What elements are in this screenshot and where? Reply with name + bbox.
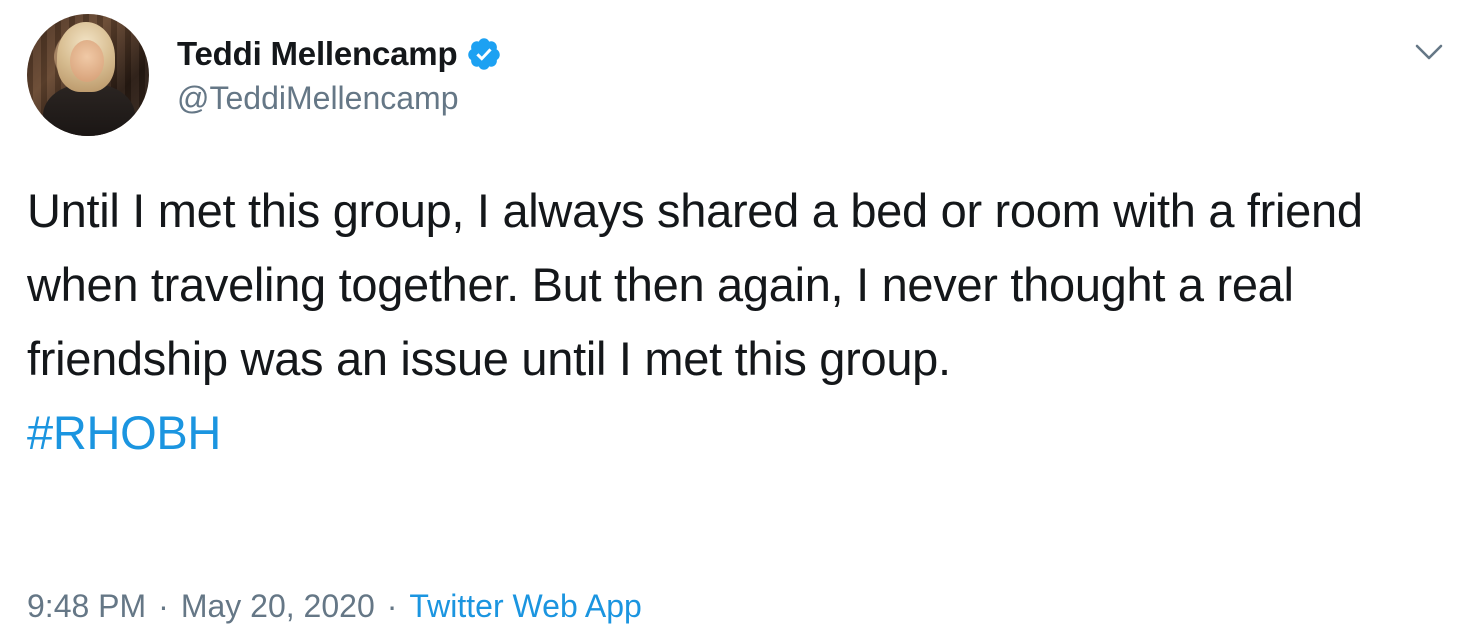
avatar[interactable] [27,14,149,136]
tweet-meta: 9:48 PM · May 20, 2020 · Twitter Web App [27,582,642,630]
avatar-face [70,40,104,82]
tweet-body: Until I met this group, I always shared … [27,184,1363,385]
chevron-down-icon[interactable] [1409,32,1449,72]
tweet-date[interactable]: May 20, 2020 [181,588,375,625]
tweet-header: Teddi Mellencamp @TeddiMellencamp [27,14,1457,138]
author-display-name[interactable]: Teddi Mellencamp [177,35,458,73]
hashtag-link[interactable]: #RHOBH [27,396,221,470]
author-handle[interactable]: @TeddiMellencamp [177,80,459,117]
meta-separator: · [158,587,169,624]
tweet-card: Teddi Mellencamp @TeddiMellencamp Until … [0,0,1482,644]
author-name-row[interactable]: Teddi Mellencamp [177,34,502,74]
meta-separator: · [386,587,398,624]
tweet-text: Until I met this group, I always shared … [27,174,1457,470]
tweet-time[interactable]: 9:48 PM [27,588,146,625]
verified-badge-icon [466,36,502,72]
tweet-source-link[interactable]: Twitter Web App [409,588,641,625]
